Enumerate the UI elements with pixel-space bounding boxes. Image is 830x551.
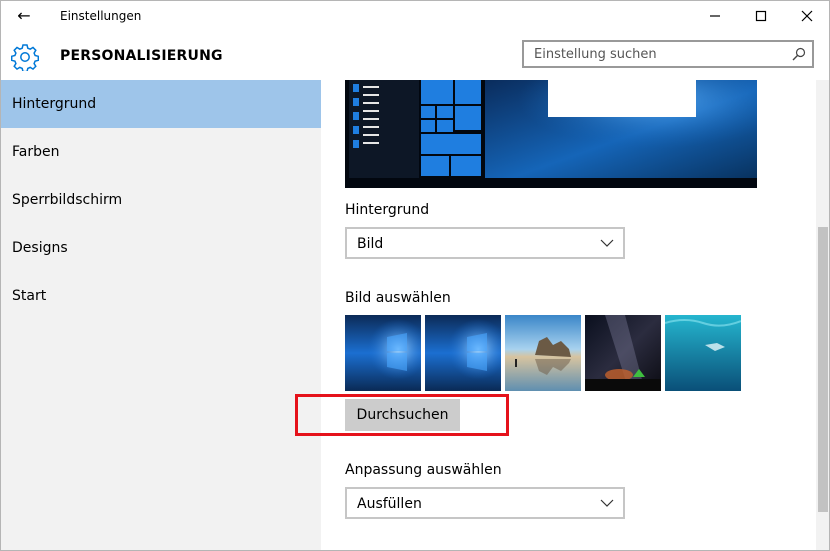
background-preview	[345, 80, 757, 188]
picture-thumbnail[interactable]	[505, 315, 581, 391]
back-arrow-icon[interactable]: ←	[13, 6, 35, 26]
close-button[interactable]	[784, 0, 830, 32]
gear-icon	[11, 44, 39, 71]
minimize-button[interactable]	[692, 0, 738, 32]
choose-picture-label: Bild auswählen	[345, 290, 451, 306]
background-select[interactable]: Bild	[345, 227, 625, 259]
search-icon[interactable]	[791, 46, 807, 62]
chevron-down-icon	[600, 239, 614, 247]
fit-label: Anpassung auswählen	[345, 462, 502, 478]
preview-image	[345, 80, 757, 188]
background-select-value: Bild	[357, 236, 384, 252]
sidebar-item-farben[interactable]: Farben	[0, 128, 321, 176]
picture-thumbnail[interactable]	[425, 315, 501, 391]
highlight-box	[295, 394, 509, 436]
search-box[interactable]	[522, 40, 814, 68]
page-title: PERSONALISIERUNG	[60, 48, 223, 64]
scrollbar-thumb[interactable]	[818, 227, 828, 512]
windows-hero-image	[425, 315, 501, 391]
window-title: Einstellungen	[60, 9, 142, 23]
beach-rocks-image	[505, 315, 581, 391]
main-content: Hintergrund Bild Bild auswählen Durchsuc…	[321, 80, 830, 551]
picture-thumbnail[interactable]	[585, 315, 661, 391]
sidebar-item-hintergrund[interactable]: Hintergrund	[0, 80, 321, 128]
sidebar-item-sperrbildschirm[interactable]: Sperrbildschirm	[0, 176, 321, 224]
picture-thumbnail[interactable]	[665, 315, 741, 391]
sidebar: Hintergrund Farben Sperrbildschirm Desig…	[0, 80, 321, 551]
sidebar-item-designs[interactable]: Designs	[0, 224, 321, 272]
fit-select-value: Ausfüllen	[357, 496, 422, 512]
search-input[interactable]	[534, 45, 784, 63]
background-label: Hintergrund	[345, 202, 430, 218]
milky-way-image	[585, 315, 661, 391]
picture-thumbnail[interactable]	[345, 315, 421, 391]
sidebar-item-start[interactable]: Start	[0, 272, 321, 320]
close-icon	[801, 10, 813, 22]
maximize-button[interactable]	[738, 0, 784, 32]
chevron-down-icon	[600, 499, 614, 507]
windows-hero-image	[345, 315, 421, 391]
title-bar: ← Einstellungen	[0, 0, 830, 32]
fit-select[interactable]: Ausfüllen	[345, 487, 625, 519]
maximize-icon	[755, 10, 767, 22]
minimize-icon	[710, 15, 720, 17]
page-header: PERSONALISIERUNG	[0, 32, 830, 80]
underwater-image	[665, 315, 741, 391]
